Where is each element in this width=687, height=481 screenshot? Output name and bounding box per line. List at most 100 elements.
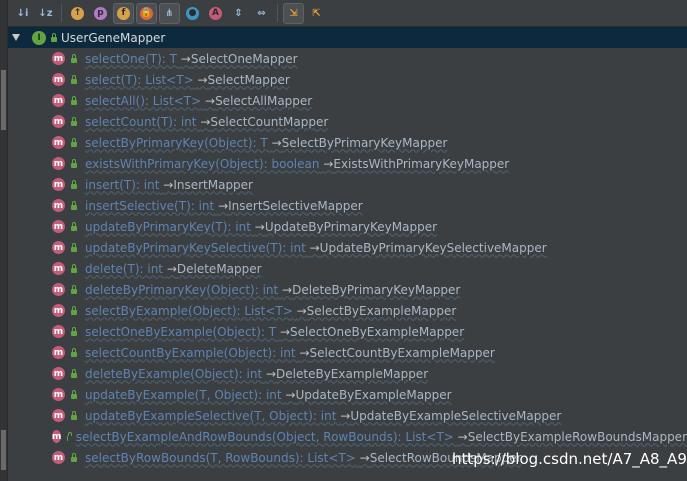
method-signature: updateByExample(T, Object): int <box>85 387 282 402</box>
method-icon: m <box>52 283 65 296</box>
method-origin: InsertMapper <box>173 177 253 192</box>
method-label: updateByExample(T, Object): int →UpdateB… <box>85 388 452 402</box>
inherited-arrow: → <box>296 303 307 318</box>
method-signature: updateByExampleSelective(T, Object): int <box>85 408 337 423</box>
method-origin: SelectAllMapper <box>215 93 313 108</box>
show-anonymous-icon: ● <box>186 6 199 20</box>
inherited-arrow: → <box>254 219 265 234</box>
expand-all-button[interactable]: ⇕ <box>228 3 249 24</box>
public-lock-icon <box>71 221 77 231</box>
show-inherited-button[interactable]: ↑ <box>67 3 88 24</box>
public-lock-icon <box>71 53 77 63</box>
structure-tool-tab[interactable] <box>1 70 6 130</box>
show-inherited-icon: ↑ <box>71 6 84 20</box>
method-origin: UpdateByExampleMapper <box>295 387 452 402</box>
method-signature: updateByPrimaryKeySelective(T): int <box>85 240 306 255</box>
method-row[interactable]: m selectCount(T): int →SelectCountMapper <box>8 111 687 132</box>
method-label: deleteByExample(Object): int →DeleteByEx… <box>85 367 428 381</box>
method-icon: m <box>52 52 65 65</box>
method-row[interactable]: m updateByExample(T, Object): int →Update… <box>8 384 687 405</box>
method-origin: SelectByPrimaryKeyMapper <box>281 135 448 150</box>
show-anonymous-button[interactable]: ● <box>182 3 203 24</box>
sort-visibility-button[interactable]: ↓i <box>12 3 33 24</box>
method-signature: selectCountByExample(Object): int <box>85 345 296 360</box>
method-row[interactable]: m selectByExampleAndRowBounds(Object, Row… <box>8 426 687 447</box>
method-origin: UpdateByPrimaryKeySelectiveMapper <box>319 240 547 255</box>
watermark-text: https://blog.csdn.net/A7_A8_A9 <box>452 450 687 468</box>
show-abstract-button[interactable]: A <box>205 3 226 24</box>
method-label: updateByExampleSelective(T, Object): int… <box>85 409 561 423</box>
interface-icon: I <box>32 30 46 45</box>
collapse-all-button[interactable]: ⇔ <box>251 3 272 24</box>
method-row[interactable]: m selectAll(): List<T> →SelectAllMapper <box>8 90 687 111</box>
method-label: insertSelective(T): int →InsertSelective… <box>85 199 363 213</box>
inherited-arrow: → <box>218 198 229 213</box>
inherited-arrow: → <box>285 387 296 402</box>
method-origin: SelectByExampleRowBoundsMapper <box>467 429 687 444</box>
method-label: select(T): List<T> →SelectMapper <box>85 73 290 87</box>
method-icon: m <box>52 346 65 359</box>
sort-alpha-button[interactable]: ↓z <box>35 3 56 24</box>
method-origin: SelectMapper <box>207 72 290 87</box>
structure-toolbar: ↓i ↓z ↑ p f 🔒 ⋔ ● A ⇕ ⇔ ⇲ ⇱ <box>8 0 687 27</box>
method-signature: selectByPrimaryKey(Object): T <box>85 135 268 150</box>
expand-all-icon: ⇕ <box>234 7 243 19</box>
inherited-arrow: → <box>340 408 351 423</box>
public-lock-icon <box>71 368 77 378</box>
method-row[interactable]: m selectOne(T): T →SelectOneMapper <box>8 48 687 69</box>
method-row[interactable]: m deleteByExample(Object): int →DeleteByE… <box>8 363 687 384</box>
method-origin: UpdateByPrimaryKeyMapper <box>264 219 438 234</box>
method-signature: selectOne(T): T <box>85 51 177 66</box>
method-label: insert(T): int →InsertMapper <box>85 178 253 192</box>
method-label: delete(T): int →DeleteMapper <box>85 262 262 276</box>
method-row[interactable]: m selectCountByExample(Object): int →Sele… <box>8 342 687 363</box>
inherited-arrow: → <box>457 429 468 444</box>
method-signature: deleteByPrimaryKey(Object): int <box>85 282 279 297</box>
method-row[interactable]: m insert(T): int →InsertMapper <box>8 174 687 195</box>
tree-root-row[interactable]: I UserGeneMapper <box>8 27 687 48</box>
method-row[interactable]: m updateByPrimaryKey(T): int →UpdateByPri… <box>8 216 687 237</box>
public-lock-icon <box>71 200 77 210</box>
method-row[interactable]: m deleteByPrimaryKey(Object): int →Delete… <box>8 279 687 300</box>
autoscroll-from-source-icon: ⇱ <box>312 7 321 19</box>
autoscroll-from-source-button[interactable]: ⇱ <box>306 3 327 24</box>
method-icon: m <box>52 73 65 86</box>
method-label: selectOne(T): T →SelectOneMapper <box>85 52 298 66</box>
show-fields-button[interactable]: f <box>113 2 134 24</box>
method-row[interactable]: m insertSelective(T): int →InsertSelectiv… <box>8 195 687 216</box>
public-lock-icon <box>71 95 77 105</box>
public-lock-icon <box>71 410 77 420</box>
public-lock-icon <box>71 74 77 84</box>
autoscroll-to-source-icon: ⇲ <box>289 7 298 19</box>
method-row[interactable]: m select(T): List<T> →SelectMapper <box>8 69 687 90</box>
show-properties-button[interactable]: p <box>90 3 111 24</box>
method-row[interactable]: m selectOneByExample(Object): T →SelectOn… <box>8 321 687 342</box>
inherited-arrow: → <box>309 240 320 255</box>
method-origin: SelectByExampleMapper <box>306 303 457 318</box>
inherited-arrow: → <box>271 135 282 150</box>
autoscroll-to-source-button[interactable]: ⇲ <box>283 2 304 24</box>
public-lock-icon <box>71 242 77 252</box>
public-lock-icon <box>71 263 77 273</box>
expand-arrow-icon[interactable] <box>12 34 20 41</box>
inherited-arrow: → <box>265 366 277 381</box>
method-row[interactable]: m updateByPrimaryKeySelective(T): int →Up… <box>8 237 687 258</box>
tree-root-label: UserGeneMapper <box>61 30 166 45</box>
toolbar-separator <box>277 4 278 22</box>
show-non-public-button[interactable]: 🔒 <box>136 2 157 24</box>
method-icon: m <box>52 220 65 233</box>
method-row[interactable]: m selectByExample(Object): List<T> →Selec… <box>8 300 687 321</box>
show-fields-icon: f <box>117 6 130 20</box>
method-row[interactable]: m updateByExampleSelective(T, Object): in… <box>8 405 687 426</box>
show-lambdas-button[interactable]: ⋔ <box>159 2 180 24</box>
method-row[interactable]: m selectByPrimaryKey(Object): T →SelectBy… <box>8 132 687 153</box>
method-icon: m <box>52 367 65 380</box>
method-icon: m <box>52 451 65 464</box>
method-icon: m <box>52 94 65 107</box>
favorites-tool-tab[interactable] <box>1 430 6 470</box>
method-icon: m <box>52 304 65 317</box>
method-label: selectByExampleAndRowBounds(Object, RowB… <box>76 430 687 444</box>
method-row[interactable]: m delete(T): int →DeleteMapper <box>8 258 687 279</box>
method-signature: deleteByExample(Object): int <box>85 366 263 381</box>
method-row[interactable]: m existsWithPrimaryKey(Object): boolean →… <box>8 153 687 174</box>
